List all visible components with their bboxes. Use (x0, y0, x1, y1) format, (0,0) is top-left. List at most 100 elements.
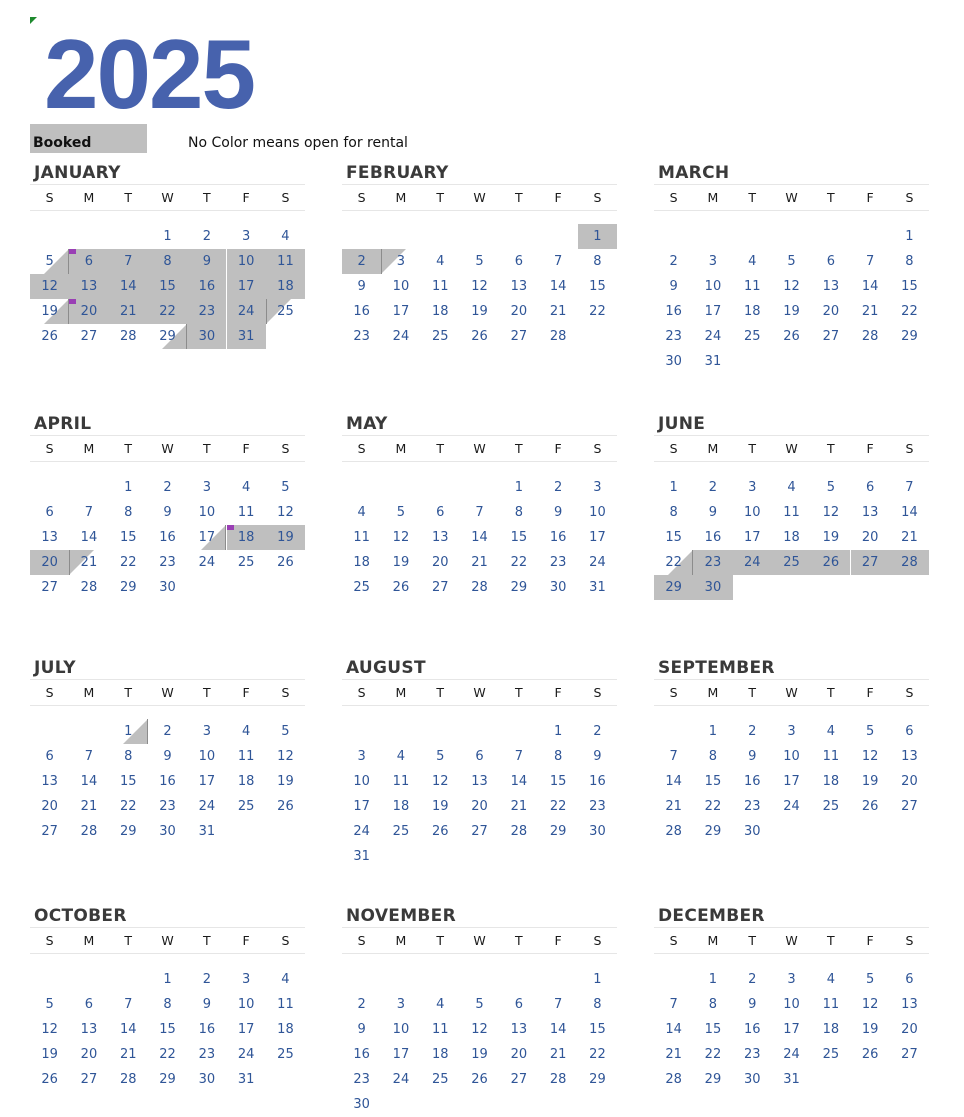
day-cell[interactable]: 16 (148, 769, 187, 794)
day-cell[interactable]: 19 (851, 769, 890, 794)
comment-indicator[interactable] (69, 249, 77, 254)
day-cell[interactable]: 14 (69, 769, 108, 794)
day-cell[interactable]: 14 (109, 1017, 148, 1042)
day-cell[interactable]: 1 (693, 719, 732, 744)
day-cell[interactable]: 20 (460, 794, 499, 819)
day-cell[interactable]: 25 (342, 575, 381, 600)
day-cell[interactable]: 27 (460, 819, 499, 844)
day-cell[interactable]: 15 (693, 1017, 732, 1042)
day-cell[interactable]: 18 (342, 550, 381, 575)
day-cell[interactable]: 10 (693, 274, 732, 299)
day-cell[interactable]: 17 (187, 525, 227, 550)
day-cell[interactable]: 29 (578, 1067, 617, 1092)
day-cell[interactable]: 29 (890, 324, 929, 349)
day-cell[interactable]: 29 (148, 324, 188, 349)
day-cell[interactable]: 26 (772, 324, 811, 349)
day-cell[interactable]: 15 (539, 769, 578, 794)
day-cell[interactable]: 31 (693, 349, 732, 374)
day-cell[interactable]: 5 (421, 744, 460, 769)
day-cell[interactable]: 23 (733, 794, 772, 819)
day-cell[interactable]: 19 (851, 1017, 890, 1042)
day-cell[interactable]: 25 (421, 1067, 460, 1092)
day-cell[interactable]: 17 (227, 1017, 266, 1042)
day-cell[interactable]: 12 (266, 500, 305, 525)
day-cell[interactable]: 30 (693, 575, 733, 600)
comment-indicator[interactable] (69, 299, 77, 304)
day-cell[interactable]: 11 (266, 992, 305, 1017)
day-cell[interactable]: 2 (539, 475, 578, 500)
day-cell[interactable]: 8 (499, 500, 538, 525)
day-cell[interactable]: 30 (148, 575, 187, 600)
day-cell[interactable]: 18 (733, 299, 772, 324)
day-cell[interactable]: 12 (30, 274, 70, 299)
day-cell[interactable]: 30 (342, 1092, 381, 1117)
day-cell[interactable]: 14 (654, 1017, 693, 1042)
day-cell[interactable]: 13 (851, 500, 890, 525)
day-cell[interactable]: 23 (733, 1042, 772, 1067)
day-cell[interactable]: 18 (266, 1017, 305, 1042)
day-cell[interactable]: 16 (342, 1042, 381, 1067)
day-cell[interactable]: 9 (148, 500, 187, 525)
day-cell[interactable]: 2 (654, 249, 693, 274)
day-cell[interactable]: 7 (654, 744, 693, 769)
day-cell[interactable]: 1 (499, 475, 538, 500)
day-cell[interactable]: 25 (381, 819, 420, 844)
day-cell[interactable]: 11 (227, 500, 266, 525)
day-cell[interactable]: 10 (772, 744, 811, 769)
day-cell[interactable]: 17 (342, 794, 381, 819)
day-cell[interactable]: 15 (693, 769, 732, 794)
day-cell[interactable]: 20 (30, 794, 69, 819)
day-cell[interactable]: 24 (227, 1042, 266, 1067)
day-cell[interactable]: 30 (148, 819, 187, 844)
day-cell[interactable]: 10 (578, 500, 617, 525)
day-cell[interactable]: 22 (499, 550, 538, 575)
day-cell[interactable]: 6 (30, 500, 69, 525)
day-cell[interactable]: 13 (890, 992, 929, 1017)
day-cell[interactable]: 2 (187, 224, 226, 249)
day-cell[interactable]: 21 (69, 794, 108, 819)
day-cell[interactable]: 19 (381, 550, 420, 575)
day-cell[interactable]: 20 (499, 299, 538, 324)
day-cell[interactable]: 10 (733, 500, 772, 525)
day-cell[interactable]: 18 (811, 769, 850, 794)
day-cell[interactable]: 14 (539, 1017, 578, 1042)
day-cell[interactable]: 25 (771, 550, 812, 575)
day-cell[interactable]: 8 (578, 249, 617, 274)
day-cell[interactable]: 30 (733, 819, 772, 844)
day-cell[interactable]: 8 (693, 744, 732, 769)
day-cell[interactable]: 19 (421, 794, 460, 819)
day-cell[interactable]: 8 (148, 992, 187, 1017)
day-cell[interactable]: 7 (108, 249, 148, 274)
day-cell[interactable]: 5 (460, 249, 499, 274)
day-cell[interactable]: 6 (499, 249, 538, 274)
day-cell[interactable]: 23 (654, 324, 693, 349)
day-cell[interactable]: 14 (499, 769, 538, 794)
day-cell[interactable]: 13 (811, 274, 850, 299)
day-cell[interactable]: 24 (381, 1067, 420, 1092)
day-cell[interactable]: 3 (381, 249, 420, 274)
day-cell[interactable]: 3 (772, 967, 811, 992)
day-cell[interactable]: 27 (30, 575, 69, 600)
day-cell[interactable]: 6 (30, 744, 69, 769)
day-cell[interactable]: 17 (578, 525, 617, 550)
day-cell[interactable]: 3 (578, 475, 617, 500)
day-cell[interactable]: 11 (421, 274, 460, 299)
day-cell[interactable]: 29 (109, 575, 148, 600)
day-cell[interactable]: 2 (148, 719, 187, 744)
day-cell[interactable]: 24 (693, 324, 732, 349)
day-cell[interactable]: 12 (460, 1017, 499, 1042)
day-cell[interactable]: 6 (851, 475, 890, 500)
day-cell[interactable]: 21 (69, 550, 108, 575)
day-cell[interactable]: 21 (654, 1042, 693, 1067)
day-cell[interactable]: 4 (772, 475, 811, 500)
day-cell[interactable]: 21 (654, 794, 693, 819)
day-cell[interactable]: 29 (693, 1067, 732, 1092)
day-cell[interactable]: 29 (499, 575, 538, 600)
day-cell[interactable]: 28 (539, 324, 578, 349)
day-cell[interactable]: 1 (148, 224, 187, 249)
day-cell[interactable]: 3 (693, 249, 732, 274)
day-cell[interactable]: 26 (266, 794, 305, 819)
day-cell[interactable]: 22 (109, 550, 148, 575)
day-cell[interactable]: 8 (539, 744, 578, 769)
day-cell[interactable]: 11 (733, 274, 772, 299)
